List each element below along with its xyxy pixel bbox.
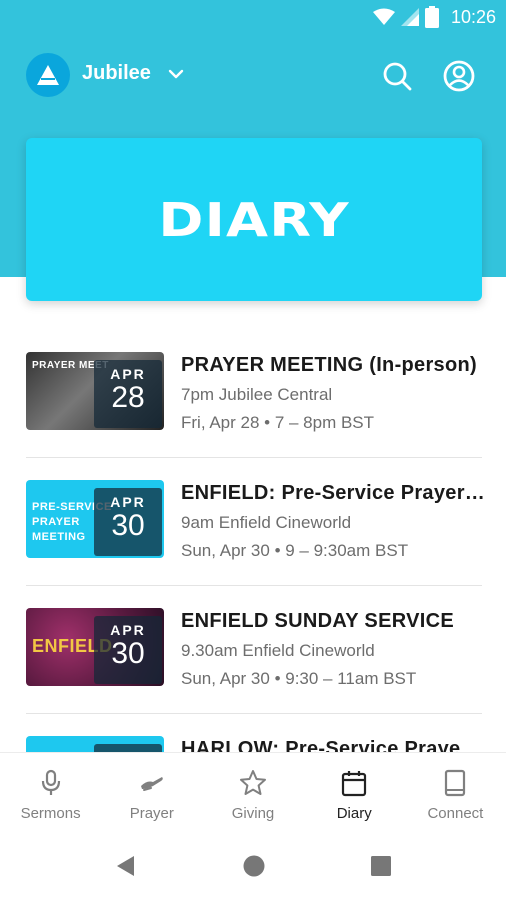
battery-icon: [424, 6, 439, 28]
nav-label: Diary: [336, 805, 372, 822]
event-location: 9am Enfield Cineworld: [181, 513, 352, 532]
star-icon: [240, 770, 266, 795]
diary-banner: DIARY: [26, 138, 482, 301]
nav-label: Sermons: [20, 805, 81, 822]
event-thumbnail: PRE-SERVICE PRAYER MEETING APR 30: [26, 480, 164, 558]
nav-diary[interactable]: Diary: [304, 753, 405, 830]
date-day: 30: [111, 509, 145, 542]
church-logo[interactable]: [26, 53, 70, 97]
status-bar: 10:26: [0, 0, 506, 36]
date-badge: APR 28: [94, 360, 162, 428]
event-title: ENFIELD SUNDAY SERVICE: [181, 610, 454, 632]
banner-title: DIARY: [158, 192, 350, 247]
chevron-down-icon[interactable]: [168, 66, 184, 82]
status-time: 10:26: [450, 6, 496, 27]
date-month: APR: [110, 622, 146, 638]
date-month: APR: [110, 494, 146, 510]
recents-icon[interactable]: [369, 854, 393, 878]
event-location: 9.30am Enfield Cineworld: [181, 641, 375, 660]
nav-sermons[interactable]: Sermons: [0, 753, 101, 830]
search-icon[interactable]: [380, 59, 414, 93]
nav-prayer[interactable]: Prayer: [101, 753, 202, 830]
book-icon: [445, 769, 466, 797]
nav-giving[interactable]: Giving: [202, 753, 303, 830]
event-thumbnail: ENFIELD APR 30: [26, 608, 164, 686]
date-month: APR: [110, 366, 146, 382]
bottom-nav: Sermons Prayer Giving Diary Connect: [0, 752, 506, 830]
event-thumbnail: [26, 736, 164, 752]
nav-label: Prayer: [129, 805, 174, 822]
date-badge: APR 30: [94, 616, 162, 684]
back-icon[interactable]: [114, 854, 138, 878]
logo-icon: [37, 65, 59, 85]
event-title: ENFIELD: Pre-Service Prayer Meeting: [181, 482, 486, 504]
date-badge: APR 30: [94, 488, 162, 556]
signal-icon: [400, 8, 419, 26]
wifi-icon: [372, 8, 395, 25]
system-nav-bar: [0, 830, 506, 900]
date-day: 30: [111, 637, 145, 670]
app-name[interactable]: Jubilee: [82, 62, 151, 85]
account-icon[interactable]: [442, 59, 476, 93]
event-time: Fri, Apr 28 • 7 – 8pm BST: [181, 413, 375, 432]
event-title: HARLOW: Pre-Service Prayer Meeting: [181, 738, 486, 752]
nav-label: Giving: [231, 805, 275, 822]
microphone-icon: [41, 769, 60, 795]
event-item[interactable]: PRAYER MEET APR 28 PRAYER MEETING (In-pe…: [26, 330, 482, 458]
event-thumbnail: PRAYER MEET APR 28: [26, 352, 164, 430]
event-location: 7pm Jubilee Central: [181, 385, 333, 404]
event-time: Sun, Apr 30 • 9 – 9:30am BST: [181, 541, 409, 560]
app-header: Jubilee: [0, 50, 506, 100]
event-list[interactable]: PRAYER MEET APR 28 PRAYER MEETING (In-pe…: [0, 330, 506, 752]
nav-connect[interactable]: Connect: [405, 753, 506, 830]
nav-label: Connect: [427, 805, 484, 822]
event-item[interactable]: HARLOW: Pre-Service Prayer Meeting: [26, 714, 486, 752]
event-title: PRAYER MEETING (In-person): [181, 354, 477, 376]
event-item[interactable]: PRE-SERVICE PRAYER MEETING APR 30 ENFIEL…: [26, 458, 486, 586]
event-item[interactable]: ENFIELD APR 30 ENFIELD SUNDAY SERVICE 9.…: [26, 586, 482, 714]
date-day: 28: [111, 381, 145, 414]
praying-hands-icon: [140, 777, 163, 791]
event-time: Sun, Apr 30 • 9:30 – 11am BST: [181, 669, 417, 688]
home-icon[interactable]: [242, 854, 266, 878]
date-badge: [94, 744, 162, 752]
calendar-icon: [342, 771, 367, 797]
